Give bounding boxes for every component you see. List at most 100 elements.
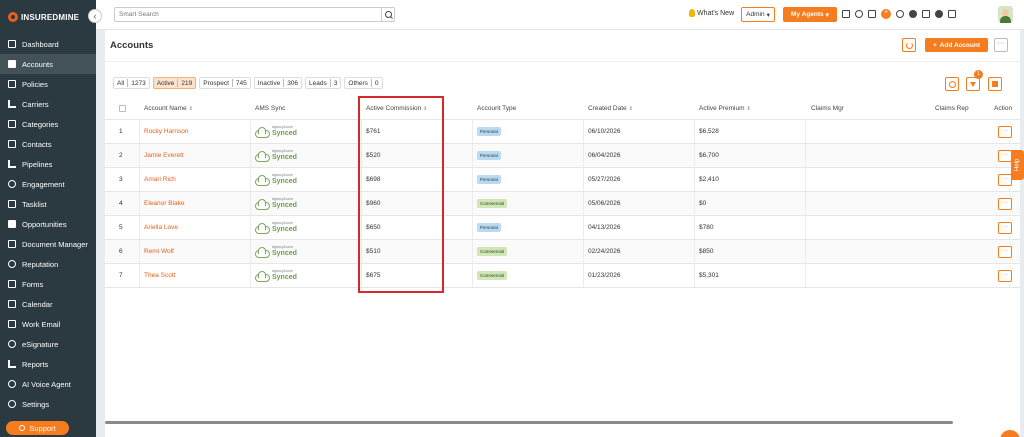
column-divider [694, 144, 695, 167]
sidebar-item-work-email[interactable]: Work Email [0, 314, 96, 334]
column-settings-icon[interactable] [988, 77, 1002, 91]
account-name-link[interactable]: Thea Scott [144, 264, 175, 287]
header-account-name[interactable]: Account Name ⇕ [144, 98, 193, 119]
sidebar-item-dashboard[interactable]: Dashboard [0, 34, 96, 54]
help-tab[interactable]: Help [1011, 150, 1024, 180]
filter-label: All [117, 79, 125, 87]
sync-icon[interactable] [855, 10, 863, 18]
table-row[interactable]: 6 Remi Wolf AgencyZoom Synced $510 Commercial… [105, 240, 1020, 264]
column-divider [805, 264, 806, 287]
sidebar-item-contacts[interactable]: Contacts [0, 134, 96, 154]
filter-icon[interactable] [966, 77, 980, 91]
sidebar-item-label: Policies [22, 79, 48, 89]
add-icon[interactable]: + [881, 9, 891, 19]
select-all-checkbox[interactable] [119, 105, 126, 112]
sidebar-item-document-manager[interactable]: Document Manager [0, 234, 96, 254]
header-claims-rep: Claims Rep [935, 105, 969, 112]
column-divider [472, 168, 473, 191]
sidebar-item-calendar[interactable]: Calendar [0, 294, 96, 314]
table-row[interactable]: 1 Rocky Harrison AgencyZoom Synced $761 Perso… [105, 120, 1020, 144]
admin-select[interactable]: Admin ▾ [741, 7, 775, 22]
created-date-value: 06/10/2026 [588, 128, 621, 135]
support-button[interactable]: Support [6, 421, 69, 435]
header-active-premium[interactable]: Active Premium ⇕ [699, 98, 751, 119]
screen-icon[interactable] [842, 10, 850, 18]
phone-icon[interactable] [935, 10, 943, 18]
row-number: 5 [119, 224, 123, 231]
search-icon[interactable] [381, 7, 395, 22]
account-name-link[interactable]: Ariella Love [144, 216, 178, 239]
row-action-button[interactable]: ··· [998, 245, 1012, 258]
sidebar-item-forms[interactable]: Forms [0, 274, 96, 294]
table-search-button[interactable] [945, 77, 959, 91]
smart-search-input[interactable] [114, 7, 381, 22]
row-action-button[interactable]: ··· [998, 149, 1012, 162]
bell-icon[interactable] [909, 10, 917, 18]
sidebar-item-reputation[interactable]: Reputation [0, 254, 96, 274]
logo[interactable]: INSUREDMINE [0, 0, 96, 34]
sidebar-collapse-button[interactable]: ‹ [88, 9, 102, 23]
filter-tab-others[interactable]: Others 0 [344, 77, 383, 89]
sidebar-item-reports[interactable]: Reports [0, 354, 96, 374]
sidebar-item-categories[interactable]: Categories [0, 114, 96, 134]
row-action-button[interactable]: ··· [998, 125, 1012, 138]
row-action-button[interactable]: ··· [998, 197, 1012, 210]
column-divider [805, 144, 806, 167]
cloud-icon[interactable] [868, 10, 876, 18]
chip-icon[interactable] [948, 10, 956, 18]
filter-tab-prospect[interactable]: Prospect 745 [199, 77, 251, 89]
column-divider [694, 264, 695, 287]
sidebar-item-ai-voice-agent[interactable]: AI Voice Agent [0, 374, 96, 394]
sidebar-item-accounts[interactable]: Accounts [0, 54, 96, 74]
account-name-link[interactable]: Eleanor Blake [144, 192, 184, 215]
user-avatar[interactable] [998, 6, 1013, 23]
message-icon[interactable] [922, 10, 930, 18]
table-row[interactable]: 7 Thea Scott AgencyZoom Synced $675 Commercia… [105, 264, 1020, 288]
filter-tab-leads[interactable]: Leads 3 [305, 77, 342, 89]
more-options-button[interactable]: ··· [994, 38, 1008, 52]
horizontal-scrollbar[interactable] [105, 421, 953, 424]
clock-icon[interactable] [896, 10, 904, 18]
active-commission-value: $510 [366, 248, 381, 255]
sidebar-item-carriers[interactable]: Carriers [0, 94, 96, 114]
sidebar-item-esignature[interactable]: eSignature [0, 334, 96, 354]
whats-new-link[interactable]: What's New [689, 9, 734, 17]
row-action-button[interactable]: ··· [998, 173, 1012, 186]
account-name-link[interactable]: Amari Rich [144, 168, 176, 191]
row-action-button[interactable]: ··· [998, 269, 1012, 282]
dashboard-icon [8, 40, 16, 48]
header-label: Created Date [588, 105, 627, 112]
pipelines-icon [8, 160, 16, 168]
account-name-link[interactable]: Rocky Harrison [144, 120, 188, 143]
sidebar-item-policies[interactable]: Policies [0, 74, 96, 94]
refresh-button[interactable] [902, 38, 916, 52]
table-row[interactable]: 5 Ariella Love AgencyZoom Synced $650 Persona… [105, 216, 1020, 240]
filter-tab-active[interactable]: Active 219 [152, 77, 197, 89]
account-name-link[interactable]: Jamie Everett [144, 144, 184, 167]
table-row[interactable]: 4 Eleanor Blake AgencyZoom Synced $960 Commer… [105, 192, 1020, 216]
column-divider [361, 264, 362, 287]
sidebar-item-pipelines[interactable]: Pipelines [0, 154, 96, 174]
add-account-button[interactable]: + Add Account [925, 38, 988, 52]
sidebar-item-opportunities[interactable]: Opportunities [0, 214, 96, 234]
table-row[interactable]: 2 Jamie Everett AgencyZoom Synced $520 Person… [105, 144, 1020, 168]
cloud-check-icon [255, 127, 270, 138]
sidebar-item-engagement[interactable]: Engagement [0, 174, 96, 194]
filter-tab-inactive[interactable]: Inactive 306 [253, 77, 303, 89]
my-agents-button[interactable]: My Agents ▾ [783, 7, 837, 22]
row-action-button[interactable]: ··· [998, 221, 1012, 234]
sync-label: Synced [272, 129, 297, 137]
sidebar-item-settings[interactable]: Settings [0, 394, 96, 414]
header-claims-mgr: Claims Mgr [811, 105, 844, 112]
categories-icon [8, 120, 16, 128]
filter-tab-all[interactable]: All 1273 [113, 77, 150, 89]
account-name-link[interactable]: Remi Wolf [144, 240, 174, 263]
forms-icon [8, 280, 16, 288]
header-created-date[interactable]: Created Date ⇕ [588, 98, 633, 119]
header-active-commission[interactable]: Active Commission ⇕ [366, 98, 427, 119]
column-divider [472, 192, 473, 215]
sidebar-item-tasklist[interactable]: Tasklist [0, 194, 96, 214]
table-row[interactable]: 3 Amari Rich AgencyZoom Synced $698 Personal 0… [105, 168, 1020, 192]
sync-label: Synced [272, 249, 297, 257]
divider [283, 79, 285, 87]
